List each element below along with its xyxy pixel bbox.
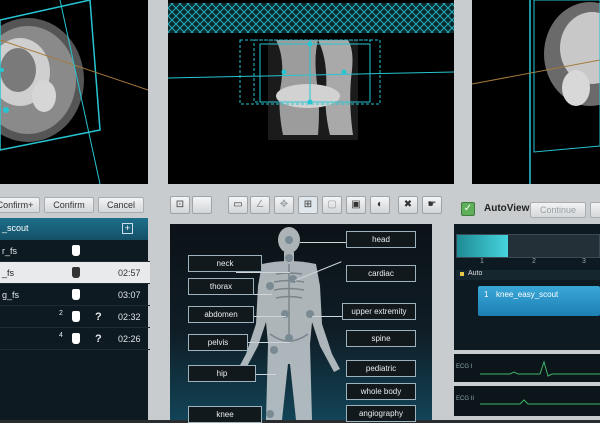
confirm-plus-button[interactable]: Confirm+ (0, 197, 40, 213)
ecg-panel: ECG I ECG II (454, 352, 600, 420)
region-knee[interactable]: knee (188, 406, 262, 423)
connector-line (312, 316, 346, 317)
extra-button[interactable] (590, 202, 600, 218)
region-angiography[interactable]: angiography (346, 405, 416, 422)
protocol-row[interactable]: 4 ? 02:26 (0, 328, 150, 350)
grid-tool-icon[interactable]: ⊞ (298, 196, 318, 214)
ecg-channel: ECG II (454, 386, 600, 416)
hand-icon (72, 289, 80, 300)
contrast-icon[interactable]: ◐ (370, 196, 390, 214)
tools-icon[interactable]: ✖ (398, 196, 418, 214)
region-cardiac[interactable]: cardiac (346, 265, 416, 282)
ecg-trace (480, 360, 600, 377)
region-upper-extremity[interactable]: upper extremity (342, 303, 416, 320)
window-tool-icon[interactable]: ▢ (322, 196, 342, 214)
viewport-coronal[interactable] (168, 0, 454, 184)
protocol-row-selected[interactable]: _fs 02:57 (0, 262, 150, 284)
ecg-label: ECG II (456, 396, 475, 402)
plus-icon[interactable]: + (122, 223, 133, 234)
hand-cursor-icon[interactable]: ☛ (422, 196, 442, 214)
connector-line (300, 242, 346, 243)
body-region-panel: neck thorax abdomen pelvis hip knee head… (170, 224, 432, 423)
region-neck[interactable]: neck (188, 255, 262, 272)
continue-button[interactable]: Continue (530, 202, 586, 218)
hand-icon (72, 311, 80, 322)
angle-tool-icon[interactable]: ∠ (250, 196, 270, 214)
hand-icon (72, 245, 80, 256)
timeline-tick: 1 (480, 258, 484, 265)
viewport-sagittal[interactable] (472, 0, 600, 184)
queue-item-index: 1 (484, 290, 489, 299)
region-pelvis[interactable]: pelvis (188, 334, 248, 351)
confirm-button[interactable]: Confirm (44, 197, 94, 213)
queue-header: Auto (456, 270, 600, 280)
ecg-trace (480, 399, 600, 405)
autoview-checkbox[interactable]: ✓ (461, 202, 475, 216)
region-thorax[interactable]: thorax (188, 278, 254, 295)
viewport-axial[interactable] (0, 0, 148, 184)
help-icon[interactable]: ? (95, 306, 102, 328)
protocol-row[interactable]: r_fs (0, 240, 150, 262)
protocol-header-label: _scout (2, 223, 29, 233)
protocol-list-header: _scout + (0, 218, 148, 240)
protocol-list: _scout + r_fs _fs 02:57 g_fs 03:07 2 ? 0… (0, 218, 150, 420)
region-spine[interactable]: spine (346, 330, 416, 347)
info-icon[interactable]: ⊡ (170, 196, 190, 214)
autoview-label: AutoView (484, 203, 530, 214)
timeline-progress (457, 235, 508, 257)
region-whole-body[interactable]: whole body (346, 383, 416, 400)
hand-icon (72, 333, 80, 344)
cancel-button[interactable]: Cancel (98, 197, 144, 213)
queue-item-name: knee_easy_scout (496, 290, 559, 299)
repeat-count: 4 (59, 332, 63, 339)
queue-marker (460, 272, 464, 276)
queue-item[interactable]: 1 knee_easy_scout (478, 286, 600, 316)
timeline-tick: 2 (532, 258, 536, 265)
sagittal-image (472, 0, 600, 184)
connector-line (236, 272, 290, 273)
axial-image (0, 0, 148, 184)
help-icon[interactable]: ? (95, 328, 102, 350)
region-abdomen[interactable]: abdomen (188, 306, 254, 323)
image-tool-icon[interactable]: ▣ (346, 196, 366, 214)
region-head[interactable]: head (346, 231, 416, 248)
region-pediatric[interactable]: pediatric (346, 360, 416, 377)
region-hip[interactable]: hip (188, 365, 256, 382)
timeline-panel: 1 2 3 Auto 1 knee_easy_scout (454, 224, 600, 350)
protocol-row[interactable]: g_fs 03:07 (0, 284, 150, 306)
repeat-count: 2 (59, 310, 63, 317)
ecg-channel: ECG I (454, 354, 600, 382)
protocol-row[interactable]: 2 ? 02:32 (0, 306, 150, 328)
hand-icon (72, 267, 80, 278)
timeline-tick: 3 (582, 258, 586, 265)
coronal-image (168, 3, 454, 140)
blank-tool-button[interactable] (192, 196, 212, 214)
queue-header-label: Auto (468, 270, 483, 277)
ecg-label: ECG I (456, 364, 473, 370)
rectangle-tool-icon[interactable]: ▭ (228, 196, 248, 214)
pan-tool-icon[interactable]: ✥ (274, 196, 294, 214)
